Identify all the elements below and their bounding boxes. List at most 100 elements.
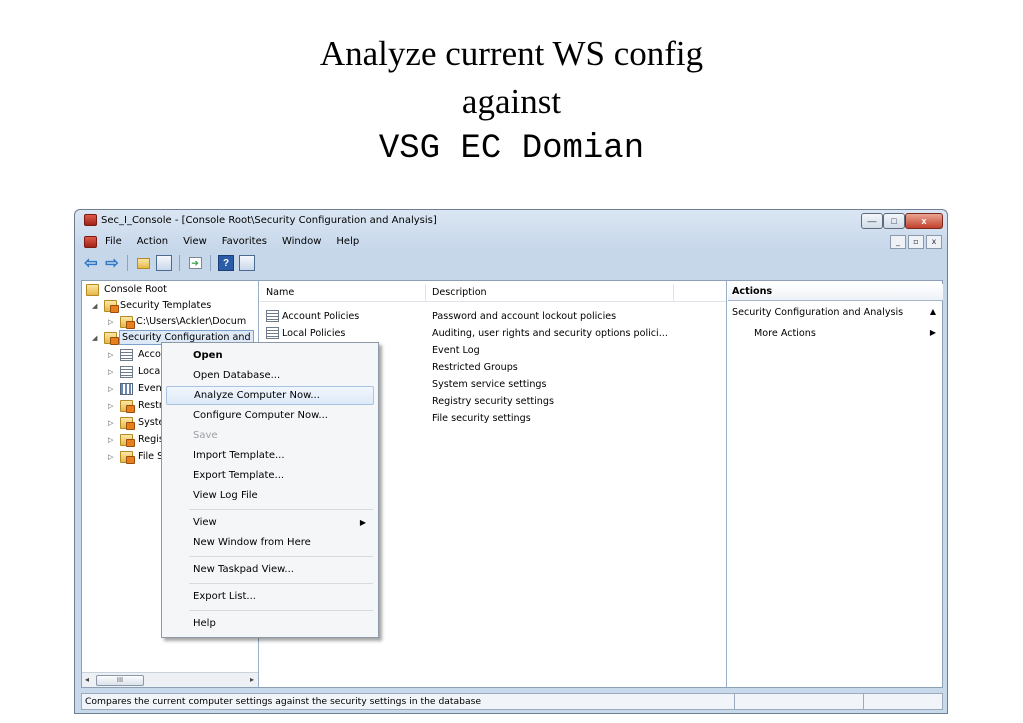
context-open-database[interactable]: Open Database... [166,366,374,385]
submenu-arrow-icon: ▶ [929,328,936,337]
context-analyze-computer-now[interactable]: Analyze Computer Now... [166,386,374,405]
context-view-label: View [193,517,217,528]
up-folder-icon[interactable] [135,255,151,271]
log-icon [120,383,133,395]
child-close-button[interactable]: x [926,235,942,249]
menu-bar: File Action View Favorites Window Help _… [75,232,947,252]
status-text: Compares the current computer settings a… [85,696,482,707]
expanded-triangle-icon[interactable]: ◢ [92,298,97,314]
context-new-window-from-here[interactable]: New Window from Here [166,533,374,552]
context-help[interactable]: Help [166,614,374,633]
title-bar[interactable]: Sec_I_Console - [Console Root\Security C… [75,210,947,232]
row-name: Local Policies [282,328,346,339]
child-minimize-button[interactable]: _ [890,235,906,249]
context-new-taskpad-view[interactable]: New Taskpad View... [166,560,374,579]
more-actions-label: More Actions [754,328,816,339]
context-view-log-file[interactable]: View Log File [166,486,374,505]
console-app-icon [84,214,97,226]
policy-icon [120,366,133,378]
collapsed-triangle-icon[interactable]: ▷ [108,398,113,414]
collapsed-triangle-icon[interactable]: ▷ [108,432,113,448]
toolbar-separator [127,255,128,271]
menu-action[interactable]: Action [137,236,168,247]
collapse-up-icon[interactable]: ▲ [930,307,936,316]
context-separator [189,610,373,611]
collapsed-triangle-icon[interactable]: ▷ [108,381,113,397]
row-description: File security settings [432,413,531,424]
slide-title-line-3: VSG EC Domian [378,130,645,168]
slide-title-line-1: Analyze current WS config [319,34,704,73]
menu-file[interactable]: File [105,236,122,247]
lock-folder-icon [104,332,119,345]
collapsed-triangle-icon[interactable]: ▷ [108,314,113,330]
window-title: Sec_I_Console - [Console Root\Security C… [101,215,437,226]
lock-folder-icon [120,400,135,413]
context-separator [189,509,373,510]
context-view[interactable]: View ▶ [166,513,374,532]
show-hide-tree-icon[interactable] [156,255,172,271]
context-export-list[interactable]: Export List... [166,587,374,606]
tree-item-label: Console Root [104,284,167,295]
folder-icon [86,284,99,296]
policy-icon [266,310,279,322]
menu-favorites[interactable]: Favorites [222,236,267,247]
export-list-icon[interactable]: ➔ [187,255,203,271]
tree-item-label: Restr [138,400,163,411]
context-configure-computer-now[interactable]: Configure Computer Now... [166,406,374,425]
toolbar: ⇦ ⇨ ➔ ? [75,252,947,274]
actions-section-security-configuration[interactable]: Security Configuration and Analysis ▲ [732,307,938,318]
tree-item-label: Acco [138,349,161,360]
collapsed-triangle-icon[interactable]: ▷ [108,364,113,380]
context-import-template[interactable]: Import Template... [166,446,374,465]
more-actions-item[interactable]: More Actions ▶ [754,328,938,339]
minimize-button[interactable]: — [861,213,883,229]
status-divider [863,694,864,709]
help-icon[interactable]: ? [218,255,234,271]
maximize-button[interactable]: □ [883,213,905,229]
list-row[interactable]: Local Policies Auditing, user rights and… [260,325,726,342]
actions-section-label: Security Configuration and Analysis [732,307,904,318]
lock-folder-icon [120,451,135,464]
lock-folder-icon [120,417,135,430]
tree-item-label: File S [138,451,164,462]
show-hide-action-pane-icon[interactable] [239,255,255,271]
close-button[interactable]: x [905,213,943,229]
menu-help[interactable]: Help [336,236,359,247]
tree-item-label: Security Templates [120,300,212,311]
lock-folder-icon [104,300,119,313]
context-save: Save [193,430,218,441]
collapsed-triangle-icon[interactable]: ▷ [108,415,113,431]
menu-window[interactable]: Window [282,236,321,247]
context-open[interactable]: Open [166,346,374,365]
slide-title-line-2: against [461,82,562,121]
row-description: Password and account lockout policies [432,311,617,322]
collapsed-triangle-icon[interactable]: ▷ [108,347,113,363]
forward-arrow-icon[interactable]: ⇨ [104,255,120,272]
expanded-triangle-icon[interactable]: ◢ [92,330,97,346]
row-description: Restricted Groups [432,362,518,373]
scroll-left-arrow-icon[interactable]: ◂ [85,675,89,684]
collapsed-triangle-icon[interactable]: ▷ [108,449,113,465]
child-restore-button[interactable]: ▫ [908,235,924,249]
context-export-template[interactable]: Export Template... [166,466,374,485]
toolbar-separator [179,255,180,271]
context-separator [189,556,373,557]
column-header-description[interactable]: Description [426,284,674,302]
row-description: Registry security settings [432,396,554,407]
policy-icon [120,349,133,361]
tree-item-label: Even [138,383,162,394]
status-bar: Compares the current computer settings a… [81,693,943,710]
row-name: Account Policies [282,311,360,322]
submenu-arrow-icon: ▶ [359,518,366,527]
tree-item-label: C:\Users\Ackler\Docum [136,316,247,327]
list-row[interactable]: Account Policies Password and account lo… [260,308,726,325]
actions-pane: Actions Security Configuration and Analy… [728,281,943,687]
context-menu: Open Open Database... Analyze Computer N… [161,342,379,638]
back-arrow-icon[interactable]: ⇦ [83,255,99,272]
scroll-thumb[interactable]: III [96,675,144,686]
menu-view[interactable]: View [183,236,207,247]
scroll-right-arrow-icon[interactable]: ▸ [250,675,254,684]
document-menu-icon[interactable] [84,236,97,248]
tree-horizontal-scrollbar[interactable]: ◂ III ▸ [82,672,258,687]
column-header-name[interactable]: Name [260,284,426,302]
